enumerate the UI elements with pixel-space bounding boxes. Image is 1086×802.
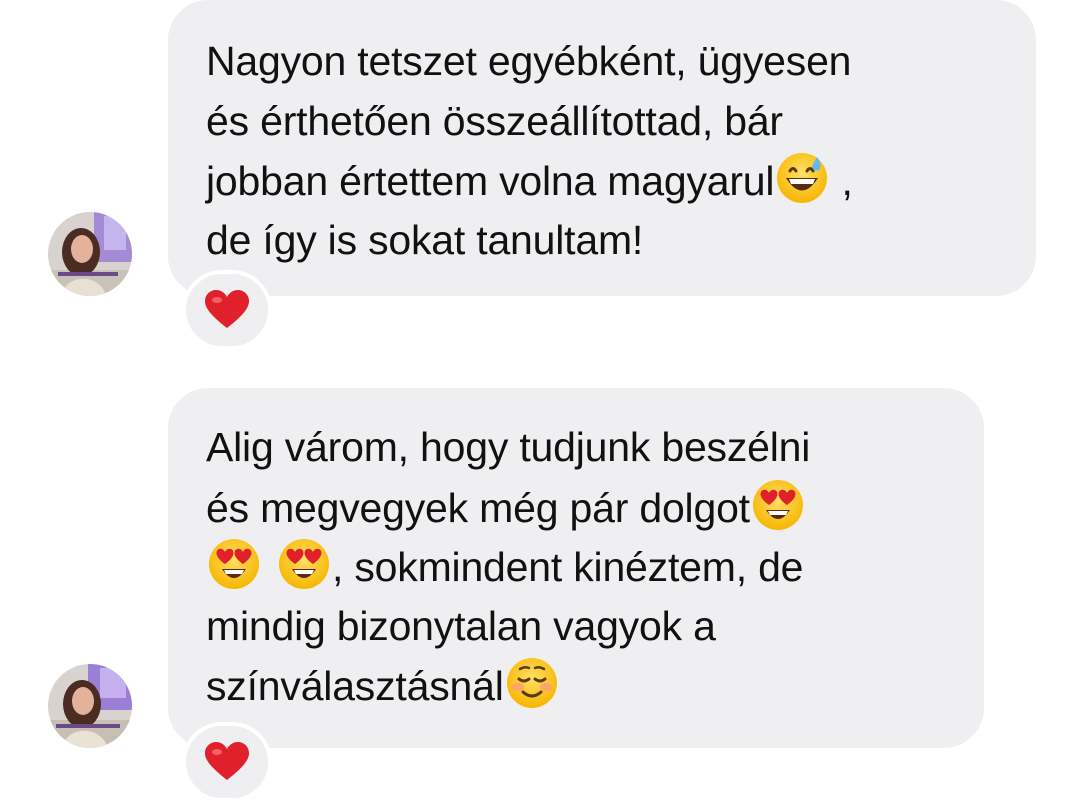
message-line: és érthetően összeállítottad, bár xyxy=(206,97,783,144)
heart-eyes-emoji xyxy=(207,537,261,591)
message-line: de így is sokat tanultam! xyxy=(206,216,644,263)
grinning-sweat-emoji xyxy=(775,151,829,205)
message-line: jobban értettem volna magyarul , xyxy=(206,151,1000,211)
red-heart-emoji xyxy=(205,742,249,782)
message-line: színválasztásnál xyxy=(206,656,948,716)
message-line: Alig várom, hogy tudjunk beszélni xyxy=(206,424,811,470)
sender-avatar[interactable] xyxy=(48,664,132,748)
reaction-badge[interactable] xyxy=(182,722,272,802)
sender-avatar[interactable] xyxy=(48,212,132,296)
reaction-badge[interactable] xyxy=(182,270,272,350)
red-heart-emoji xyxy=(205,290,249,330)
message-bubble[interactable]: Nagyon tetszet egyébként, ügyesen és ért… xyxy=(168,0,1036,296)
heart-eyes-emoji xyxy=(751,478,805,532)
message-line: , sokmindent kinéztem, de xyxy=(206,537,948,597)
message-line: Nagyon tetszet egyébként, ügyesen xyxy=(206,38,852,84)
message-line: és megvegyek még pár dolgot xyxy=(206,478,948,538)
message-line: mindig bizonytalan vagyok a xyxy=(206,602,716,649)
smiling-face-emoji xyxy=(505,656,559,710)
heart-eyes-emoji xyxy=(277,537,331,591)
message-bubble[interactable]: Alig várom, hogy tudjunk beszélni és meg… xyxy=(168,388,984,748)
